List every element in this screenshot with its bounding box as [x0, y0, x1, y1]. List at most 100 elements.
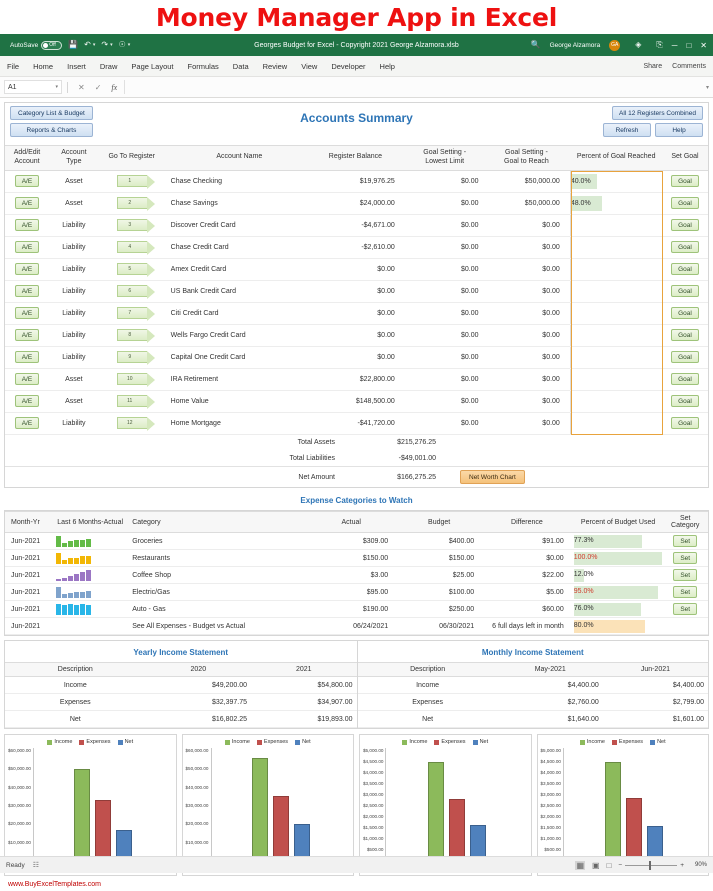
go-to-register-button[interactable]: 2 [117, 197, 147, 209]
expand-formula-bar-icon[interactable]: ▾ [706, 84, 713, 91]
chart-3[interactable]: IncomeExpensesNet$5,000.00$4,500.00$4,00… [359, 734, 532, 876]
zoom-in-button[interactable]: + [680, 862, 684, 869]
add-edit-account-button[interactable]: A/E [15, 241, 39, 253]
redo-dropdown-icon[interactable]: ▾ [110, 42, 113, 48]
set-goal-button[interactable]: Goal [671, 197, 699, 209]
ribbon-tab-developer[interactable]: Developer [324, 56, 372, 77]
go-to-register-button[interactable]: 8 [117, 329, 147, 341]
chart-1[interactable]: IncomeExpensesNet$60,000.00$50,000.00$40… [4, 734, 177, 876]
go-to-register-button[interactable]: 10 [117, 373, 147, 385]
add-edit-account-button[interactable]: A/E [15, 263, 39, 275]
add-edit-account-button[interactable]: A/E [15, 285, 39, 297]
cancel-icon[interactable]: ✕ [78, 83, 85, 92]
add-edit-account-button[interactable]: A/E [15, 329, 39, 341]
account-type-cell: Liability [49, 412, 99, 434]
go-to-register-button[interactable]: 4 [117, 241, 147, 253]
go-to-register-button[interactable]: 12 [117, 417, 147, 429]
y-tick-label: $3,000.00 [363, 792, 383, 797]
add-edit-account-button[interactable]: A/E [15, 175, 39, 187]
chevron-down-icon[interactable]: ▾ [55, 84, 58, 90]
col-month-yr: Month-Yr [5, 512, 52, 533]
ribbon-display-options-icon[interactable]: ⎘ [656, 41, 662, 49]
confirm-icon[interactable]: ✓ [95, 83, 102, 92]
page-break-view-icon[interactable]: □ [607, 861, 612, 870]
autosave-toggle-group[interactable]: AutoSave Off [10, 41, 62, 50]
quick-access-dropdown-icon[interactable]: ▾ [128, 42, 131, 48]
autosave-switch[interactable]: Off [41, 41, 62, 50]
website-link[interactable]: www.BuyExcelTemplates.com [0, 876, 713, 891]
touch-mode-icon[interactable]: ☉ [119, 41, 126, 49]
page-layout-view-icon[interactable]: ▣ [592, 861, 600, 870]
accessibility-icon[interactable]: ☷ [33, 861, 39, 869]
ribbon-tab-home[interactable]: Home [26, 56, 60, 77]
add-edit-account-button[interactable]: A/E [15, 307, 39, 319]
formula-input[interactable] [124, 80, 706, 94]
set-goal-button[interactable]: Goal [671, 175, 699, 187]
set-category-button[interactable]: Set [673, 569, 697, 581]
share-button[interactable]: Share [643, 63, 662, 70]
name-box[interactable]: A1 ▾ [4, 80, 62, 94]
set-goal-button[interactable]: Goal [671, 329, 699, 341]
add-edit-account-button[interactable]: A/E [15, 351, 39, 363]
help-button[interactable]: Help [655, 123, 703, 137]
add-edit-account-button[interactable]: A/E [15, 395, 39, 407]
go-to-register-button[interactable]: 9 [117, 351, 147, 363]
set-goal-button[interactable]: Goal [671, 219, 699, 231]
insert-function-icon[interactable]: fx [111, 83, 117, 92]
ribbon-tab-help[interactable]: Help [373, 56, 402, 77]
go-to-register-button[interactable]: 1 [117, 175, 147, 187]
redo-icon[interactable]: ↷ [101, 41, 108, 49]
y-tick-label: $20,000.00 [8, 821, 31, 826]
set-category-button[interactable]: Set [673, 535, 697, 547]
set-goal-button[interactable]: Goal [671, 307, 699, 319]
refresh-button[interactable]: Refresh [603, 123, 651, 137]
ribbon-tab-data[interactable]: Data [226, 56, 256, 77]
set-goal-button[interactable]: Goal [671, 373, 699, 385]
search-icon[interactable]: 🔍 [531, 41, 541, 49]
set-category-button[interactable]: Set [673, 603, 697, 615]
set-category-button[interactable]: Set [673, 586, 697, 598]
close-button[interactable]: ✕ [700, 41, 707, 50]
go-to-register-button[interactable]: 7 [117, 307, 147, 319]
set-goal-button[interactable]: Goal [671, 395, 699, 407]
undo-icon[interactable]: ↶ [84, 41, 91, 49]
maximize-button[interactable]: □ [686, 41, 691, 50]
ribbon-tab-insert[interactable]: Insert [60, 56, 93, 77]
comments-button[interactable]: Comments [672, 63, 706, 70]
zoom-knob[interactable] [649, 861, 651, 870]
zoom-slider[interactable]: − + [618, 862, 684, 869]
ribbon-tab-file[interactable]: File [0, 56, 26, 77]
add-edit-account-button[interactable]: A/E [15, 197, 39, 209]
set-goal-button[interactable]: Goal [671, 417, 699, 429]
diamond-icon[interactable]: ◈ [635, 41, 641, 49]
add-edit-account-button[interactable]: A/E [15, 373, 39, 385]
go-to-register-button[interactable]: 6 [117, 285, 147, 297]
chart-4[interactable]: IncomeExpensesNet$5,000.00$4,500.00$4,00… [537, 734, 710, 876]
ribbon-tab-draw[interactable]: Draw [93, 56, 125, 77]
minimize-button[interactable]: ─ [672, 41, 678, 50]
ribbon-tab-page-layout[interactable]: Page Layout [124, 56, 180, 77]
add-edit-account-button[interactable]: A/E [15, 219, 39, 231]
ribbon-tab-review[interactable]: Review [256, 56, 295, 77]
go-to-register-button[interactable]: 3 [117, 219, 147, 231]
go-to-register-button[interactable]: 11 [117, 395, 147, 407]
set-goal-button[interactable]: Goal [671, 241, 699, 253]
add-edit-account-button[interactable]: A/E [15, 417, 39, 429]
undo-dropdown-icon[interactable]: ▾ [93, 42, 96, 48]
save-icon[interactable]: 💾 [68, 41, 78, 49]
zoom-track[interactable] [625, 865, 677, 866]
set-category-button[interactable]: Set [673, 552, 697, 564]
avatar[interactable]: GA [609, 40, 620, 51]
ribbon-tab-view[interactable]: View [294, 56, 324, 77]
set-goal-button[interactable]: Goal [671, 285, 699, 297]
all-registers-combined-button[interactable]: All 12 Registers Combined [612, 106, 703, 120]
normal-view-icon[interactable]: ▦ [575, 861, 585, 870]
ribbon-tab-formulas[interactable]: Formulas [181, 56, 226, 77]
set-goal-button[interactable]: Goal [671, 351, 699, 363]
go-to-register-button[interactable]: 5 [117, 263, 147, 275]
zoom-out-button[interactable]: − [618, 862, 622, 869]
set-goal-button[interactable]: Goal [671, 263, 699, 275]
net-worth-chart-button[interactable]: Net Worth Chart [460, 470, 525, 484]
reports-charts-button[interactable]: Reports & Charts [10, 123, 93, 137]
chart-2[interactable]: IncomeExpensesNet$60,000.00$50,000.00$40… [182, 734, 355, 876]
